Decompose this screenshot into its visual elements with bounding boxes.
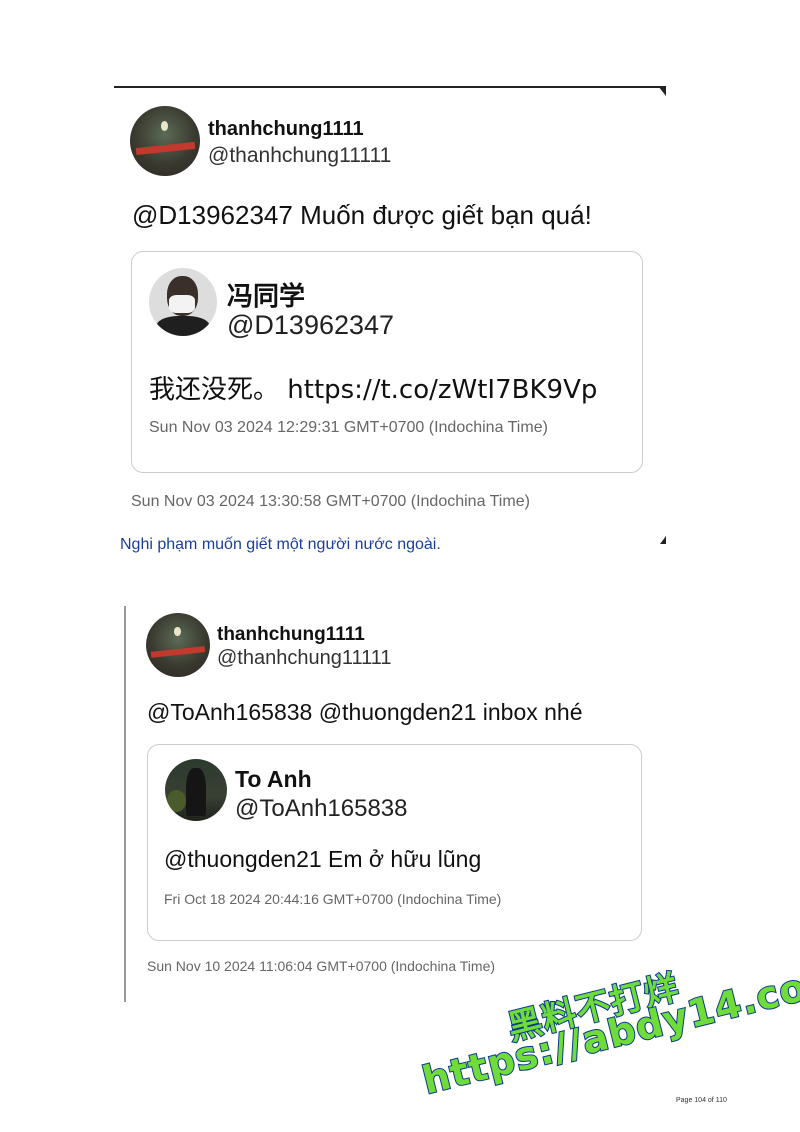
quoted-tweet-text: 我还没死。 https://t.co/zWtI7BK9Vp	[149, 375, 598, 405]
screenshot-border-top	[114, 86, 666, 88]
author-handle[interactable]: @thanhchung11111	[217, 647, 392, 670]
quoted-author-handle[interactable]: @D13962347	[227, 310, 394, 341]
screenshot-border-left	[124, 606, 126, 1002]
page-number: Page 104 of 110	[676, 1097, 727, 1104]
avatar[interactable]	[149, 268, 217, 336]
avatar[interactable]	[165, 759, 227, 821]
quoted-author-name[interactable]: 冯同学	[227, 276, 305, 313]
avatar[interactable]	[130, 106, 200, 176]
screenshot-corner	[660, 536, 666, 544]
quoted-tweet-text: @thuongden21 Em ở hữu lũng	[164, 846, 482, 872]
author-name[interactable]: thanhchung1111	[208, 118, 364, 141]
tweet-timestamp: Sun Nov 03 2024 13:30:58 GMT+0700 (Indoc…	[131, 493, 530, 510]
tweet-text: @D13962347 Muốn được giết bạn quá!	[132, 200, 592, 230]
tweet-timestamp: Sun Nov 10 2024 11:06:04 GMT+0700 (Indoc…	[147, 958, 496, 974]
quoted-timestamp: Fri Oct 18 2024 20:44:16 GMT+0700 (Indoc…	[164, 891, 502, 907]
avatar[interactable]	[146, 613, 210, 677]
author-handle[interactable]: @thanhchung11111	[208, 144, 391, 168]
author-name[interactable]: thanhchung1111	[217, 624, 365, 646]
quoted-author-handle[interactable]: @ToAnh165838	[235, 795, 408, 823]
quoted-timestamp: Sun Nov 03 2024 12:29:31 GMT+0700 (Indoc…	[149, 419, 548, 436]
quoted-author-name[interactable]: To Anh	[235, 766, 312, 793]
caption: Nghi phạm muốn giết một người nước ngoài…	[120, 536, 441, 553]
tweet-text: @ToAnh165838 @thuongden21 inbox nhé	[147, 699, 583, 725]
